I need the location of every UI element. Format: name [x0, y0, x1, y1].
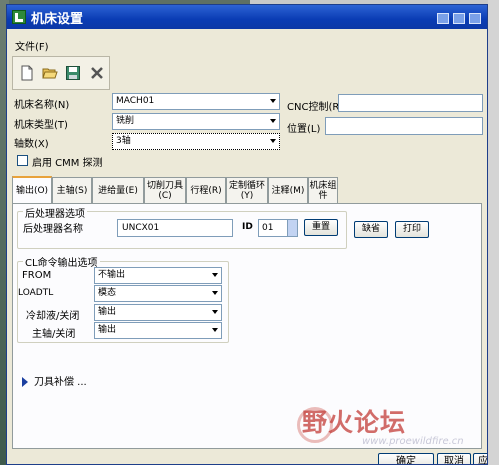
enable-cmm-checkbox[interactable] — [17, 155, 28, 166]
id-value: 01 — [262, 223, 274, 233]
axes-label: 轴数(X) — [14, 139, 49, 150]
tab-output[interactable]: 输出(O) — [12, 176, 52, 204]
chevron-down-icon — [212, 310, 218, 314]
chevron-down-icon — [270, 119, 276, 123]
machine-name-value: MACH01 — [116, 96, 155, 106]
tab-comments[interactable]: 注释(M) — [268, 177, 308, 203]
chevron-down-icon — [212, 328, 218, 332]
id-label: ID — [242, 222, 253, 232]
chevron-down-icon — [212, 291, 218, 295]
app-icon — [12, 10, 26, 24]
spin-up-icon[interactable] — [287, 220, 297, 228]
expand-arrow-icon — [22, 377, 28, 387]
ok-button[interactable]: 确定 — [378, 453, 434, 464]
watermark-text: 野火论坛 — [302, 408, 407, 437]
print-button[interactable]: 打印 — [395, 221, 429, 238]
tab-feed[interactable]: 进给量(E) — [92, 177, 144, 203]
tool-compensation-label: 刀具补偿 ... — [34, 377, 87, 388]
postprocessor-name-label: 后处理器名称 — [23, 224, 83, 235]
new-document-icon[interactable] — [19, 65, 35, 81]
cancel-button[interactable]: 取消 — [437, 453, 471, 464]
apply-button[interactable]: 应用 — [473, 453, 487, 464]
tab-custom-cycle[interactable]: 定制循环(Y) — [226, 177, 268, 203]
maximize-button[interactable] — [453, 13, 465, 24]
chevron-down-icon — [270, 99, 276, 103]
delete-x-icon[interactable] — [89, 65, 105, 81]
reset-button[interactable]: 重置 — [304, 219, 338, 236]
machine-type-label: 机床类型(T) — [14, 120, 68, 131]
chevron-down-icon — [212, 273, 218, 277]
cl-row-value: 输出 — [98, 325, 117, 335]
tab-cutting-tools[interactable]: 切削刀具(C) — [144, 177, 186, 203]
location-input[interactable] — [325, 117, 483, 135]
postprocessor-group-title: 后处理器选项 — [23, 205, 87, 220]
cl-row-label: 冷却液/关闭 — [26, 311, 80, 322]
spin-down-icon[interactable] — [287, 228, 297, 236]
cl-output-group-title: CL命令输出选项 — [23, 254, 100, 269]
cl-row-combo[interactable]: 模态 — [94, 285, 222, 302]
title-bar[interactable]: 机床设置 — [7, 5, 487, 29]
window-title: 机床设置 — [31, 12, 84, 27]
cl-row-value: 不输出 — [98, 270, 126, 280]
tool-compensation-expander[interactable]: 刀具补偿 ... — [22, 373, 87, 388]
cl-row-label: 主轴/关闭 — [32, 329, 76, 340]
machine-name-label: 机床名称(N) — [14, 100, 70, 111]
location-label: 位置(L) — [287, 124, 321, 135]
cl-row-label: FROM — [22, 270, 52, 281]
cl-row-combo[interactable]: 输出 — [94, 304, 222, 321]
tab-travel[interactable]: 行程(R) — [186, 177, 226, 203]
tab-strip: 输出(O) 主轴(S) 进给量(E) 切削刀具(C) 行程(R) 定制循环(Y)… — [12, 176, 342, 204]
id-spinner[interactable]: 01 — [258, 219, 298, 237]
enable-cmm-label: 启用 CMM 探测 — [32, 158, 103, 169]
background-right — [488, 0, 499, 465]
minimize-button[interactable] — [437, 13, 449, 24]
cl-row-value: 输出 — [98, 307, 117, 317]
cnc-control-label: CNC控制(R) — [287, 102, 344, 113]
axes-combo[interactable]: 3轴 — [112, 133, 280, 150]
machine-type-value: 铣削 — [116, 116, 135, 126]
menu-bar: 文件(F) — [7, 35, 487, 53]
postprocessor-name-input[interactable]: UNCX01 — [117, 219, 233, 237]
machine-name-combo[interactable]: MACH01 — [112, 93, 280, 110]
cl-row-combo[interactable]: 不输出 — [94, 267, 222, 284]
cl-row-label: LOADTL — [18, 288, 54, 298]
close-button[interactable] — [469, 13, 481, 24]
open-folder-icon[interactable] — [42, 65, 58, 81]
cnc-control-input[interactable] — [338, 94, 483, 112]
cl-row-combo[interactable]: 输出 — [94, 322, 222, 339]
machine-type-combo[interactable]: 铣削 — [112, 113, 280, 130]
save-disk-icon[interactable] — [65, 65, 81, 81]
chevron-down-icon — [270, 139, 276, 143]
tab-machine-components[interactable]: 机床组件 — [308, 177, 338, 203]
tab-spindle[interactable]: 主轴(S) — [52, 177, 92, 203]
watermark-url: www.proewildfire.cn — [362, 436, 464, 447]
default-button[interactable]: 缺省 — [354, 221, 388, 238]
axes-value: 3轴 — [116, 136, 131, 146]
menu-file[interactable]: 文件(F) — [15, 38, 49, 53]
cl-row-value: 模态 — [98, 288, 117, 298]
machine-setup-dialog: 机床设置 文件(F) 机床名称(N) MACH01 机床类型(T) 铣削 轴数(… — [6, 4, 488, 465]
toolbar — [12, 56, 110, 90]
